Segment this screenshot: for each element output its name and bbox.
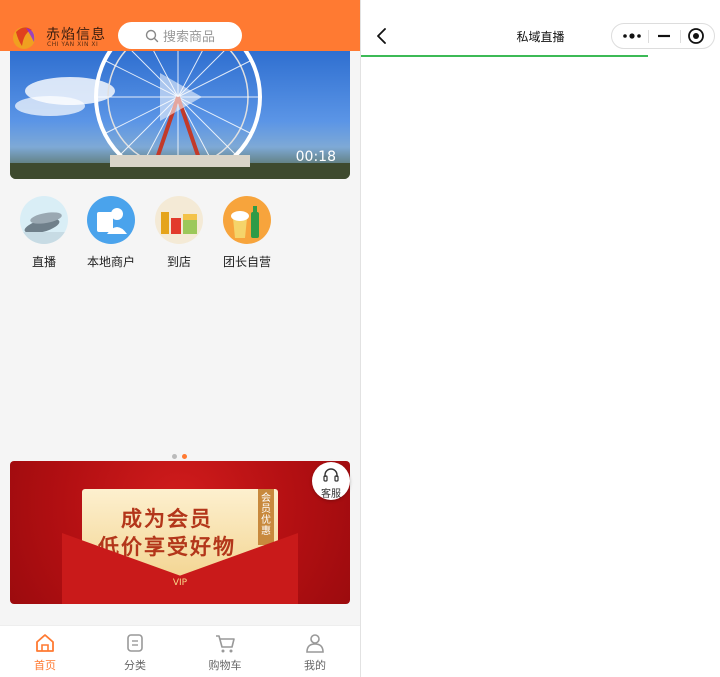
tab-cart[interactable]: 购物车 <box>180 632 270 673</box>
category-in-store[interactable]: 到店 <box>145 196 213 270</box>
promo-video[interactable]: 00:18 <box>10 51 350 179</box>
minimize-icon[interactable] <box>652 24 676 48</box>
drinks-icon <box>223 196 271 244</box>
category-label: 到店 <box>166 255 191 269</box>
vip-badge: VIP <box>172 578 188 588</box>
carousel-dot-active <box>182 454 187 459</box>
mini-program-capsule <box>611 23 715 49</box>
capsule-separator <box>648 30 649 43</box>
membership-banner[interactable]: 成为会员 低价享受好物 会员优惠 VIP <box>10 461 350 604</box>
home-icon <box>36 634 54 652</box>
mall-home-screen: 00:18 赤焰信息 CHI YAN XIN XI 搜索商品 直播 本地商户 到… <box>0 0 360 677</box>
tab-category[interactable]: 分类 <box>90 632 180 673</box>
tab-label: 购物车 <box>208 659 242 672</box>
tab-home[interactable]: 首页 <box>0 632 90 673</box>
category-icon <box>127 634 143 652</box>
carousel-dot <box>172 454 177 459</box>
close-mini-program-icon[interactable] <box>684 24 708 48</box>
merchant-icon <box>87 196 135 244</box>
headset-icon <box>323 468 339 482</box>
bottom-tab-bar: 首页 分类 购物车 我的 <box>0 625 360 677</box>
category-label: 直播 <box>31 255 56 269</box>
category-live[interactable]: 直播 <box>10 196 78 270</box>
tab-label: 我的 <box>304 659 326 672</box>
cart-icon <box>216 635 235 653</box>
profile-icon <box>306 634 324 653</box>
search-placeholder: 搜索商品 <box>162 30 215 45</box>
banner-headline: 成为会员 <box>121 507 213 531</box>
tab-profile[interactable]: 我的 <box>270 632 360 673</box>
category-row: 直播 本地商户 到店 团长自营 <box>10 196 350 276</box>
member-discount-tag: 会员优惠 <box>258 489 274 545</box>
customer-service-button[interactable]: 客服 <box>312 462 350 500</box>
live-stream-page: 私域直播 <box>361 0 720 677</box>
category-local-merchant[interactable]: 本地商户 <box>77 196 145 270</box>
fish-icon <box>20 196 68 244</box>
more-icon[interactable] <box>620 24 644 48</box>
top-bar: 赤焰信息 CHI YAN XIN XI 搜索商品 <box>0 0 360 51</box>
category-self-operated[interactable]: 团长自营 <box>213 196 281 270</box>
video-duration: 00:18 <box>295 149 336 165</box>
tab-label: 首页 <box>34 659 56 672</box>
brand-logo-icon <box>13 27 35 49</box>
tab-label: 分类 <box>124 659 146 672</box>
page-load-progress-bar <box>361 55 649 57</box>
category-label: 本地商户 <box>86 255 135 269</box>
search-box[interactable]: 搜索商品 <box>118 22 242 49</box>
search-icon <box>145 29 159 42</box>
customer-service-label: 客服 <box>321 489 341 500</box>
capsule-separator <box>680 30 681 43</box>
category-label: 团长自营 <box>222 255 271 269</box>
brand-subtitle: CHI YAN XIN XI <box>47 41 99 48</box>
play-icon[interactable] <box>160 73 202 121</box>
grocery-icon <box>155 196 203 244</box>
